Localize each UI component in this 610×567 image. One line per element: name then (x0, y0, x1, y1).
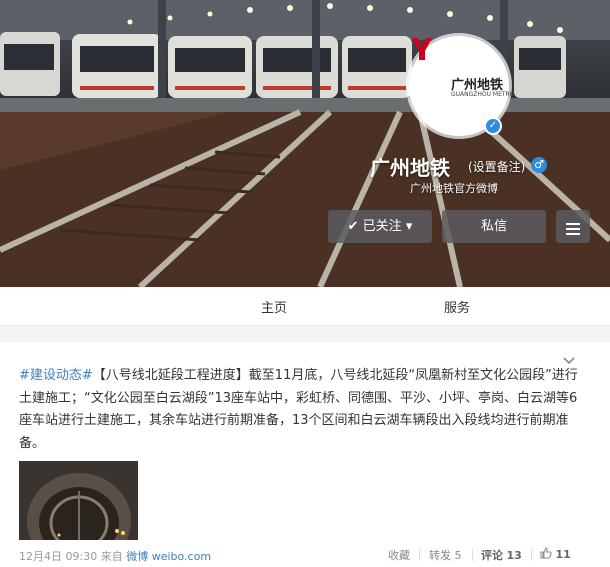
divider (419, 549, 420, 561)
set-remark-link[interactable]: (设置备注) (468, 158, 525, 175)
divider (472, 549, 473, 561)
comment-label: 评论 (481, 549, 503, 562)
post-text: #建设动态#【八号线北延段工程进度】截至11月底，八号线北延段“凤凰新村至文化公… (19, 365, 579, 455)
repost-button[interactable]: 转发 5 (429, 547, 462, 563)
verified-badge-icon: ✓ (484, 117, 502, 135)
comment-count: 13 (506, 549, 522, 562)
like-button[interactable]: 11 (540, 547, 571, 561)
logo-subtext: GUANGZHOU METRO (451, 91, 515, 98)
post-meta: 12月4日 09:30 来自 微博 weibo.com (19, 548, 211, 564)
divider (531, 549, 532, 561)
profile-tabs: 主页 服务 (0, 287, 610, 326)
guangzhou-metro-logo-icon (412, 38, 432, 60)
repost-label: 转发 (429, 549, 451, 562)
weibo-profile-page: 广州地铁 GUANGZHOU METRO ✓ 广州地铁 (设置备注) ♂ 广州地… (0, 0, 610, 567)
profile-name: 广州地铁 (370, 156, 450, 180)
favorite-button[interactable]: 收藏 (388, 547, 410, 563)
from-label: 来自 (100, 550, 123, 563)
post-source[interactable]: 微博 weibo.com (126, 550, 211, 563)
tab-home[interactable]: 主页 (261, 297, 287, 316)
thumbs-up-icon (540, 547, 552, 559)
message-button[interactable]: 私信 (442, 210, 546, 243)
tunnel-construction-image (19, 461, 138, 540)
hamburger-icon (556, 210, 590, 235)
profile-bio: 广州地铁官方微博 (410, 182, 498, 195)
cover-banner: 广州地铁 GUANGZHOU METRO ✓ 广州地铁 (设置备注) ♂ 广州地… (0, 0, 610, 287)
favorite-label: 收藏 (388, 549, 410, 562)
post-body: 【八号线北延段工程进度】截至11月底，八号线北延段“凤凰新村至文化公园段”进行土… (19, 368, 578, 451)
tab-service[interactable]: 服务 (444, 297, 470, 316)
post-image-thumbnail[interactable] (19, 461, 138, 540)
comment-button[interactable]: 评论 13 (481, 547, 522, 563)
metro-depot-illustration (0, 0, 610, 287)
post-time[interactable]: 12月4日 09:30 (19, 550, 97, 563)
following-button[interactable]: ✔ 已关注 ▾ (328, 210, 432, 243)
repost-count: 5 (454, 549, 462, 562)
more-menu-button[interactable] (556, 210, 590, 243)
male-gender-icon: ♂ (531, 157, 547, 173)
topic-link[interactable]: #建设动态# (19, 368, 93, 383)
like-count: 11 (555, 548, 571, 561)
